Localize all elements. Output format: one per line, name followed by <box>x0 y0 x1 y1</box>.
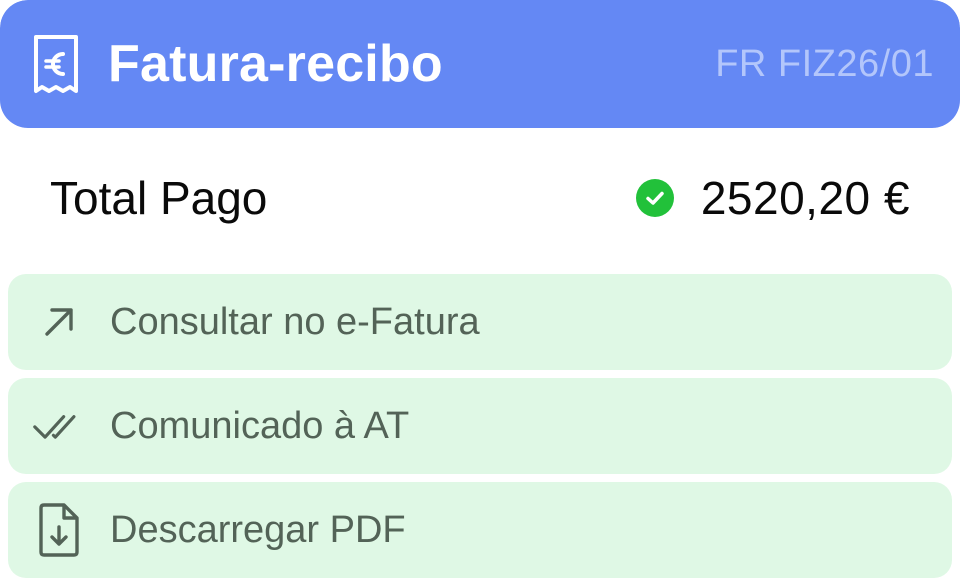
document-number: FR FIZ26/01 <box>715 42 934 85</box>
consult-efatura-button[interactable]: Consultar no e-Fatura <box>8 274 952 370</box>
double-check-icon <box>32 399 86 453</box>
total-amount: 2520,20 € <box>700 172 910 224</box>
communicated-at-label: Comunicado à AT <box>110 404 410 447</box>
communicated-at-button[interactable]: Comunicado à AT <box>8 378 952 474</box>
invoice-card: Fatura-recibo FR FIZ26/01 Total Pago 252… <box>0 0 960 586</box>
total-label: Total Pago <box>50 172 268 224</box>
download-pdf-label: Descarregar PDF <box>110 508 406 551</box>
check-circle-icon <box>635 178 675 218</box>
receipt-euro-icon <box>30 34 82 94</box>
arrow-up-right-icon <box>32 295 86 349</box>
consult-efatura-label: Consultar no e-Fatura <box>110 300 480 343</box>
file-download-icon <box>32 503 86 557</box>
invoice-header: Fatura-recibo FR FIZ26/01 <box>0 0 960 128</box>
total-paid-row: Total Pago 2520,20 € <box>0 150 960 246</box>
download-pdf-button[interactable]: Descarregar PDF <box>8 482 952 578</box>
page-title: Fatura-recibo <box>108 35 443 93</box>
